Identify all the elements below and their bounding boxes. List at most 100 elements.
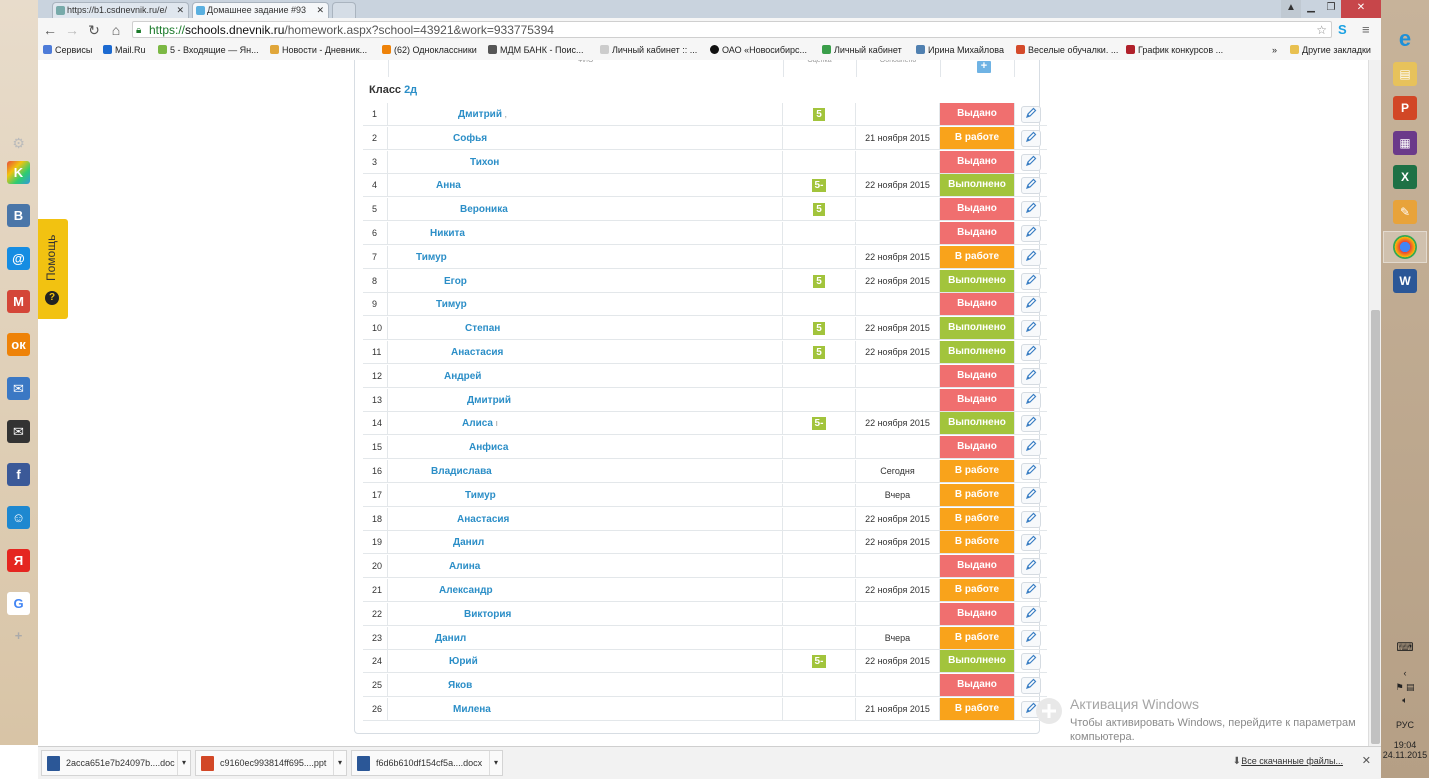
maximize-button[interactable]: ❐	[1321, 0, 1341, 18]
language-indicator[interactable]: РУС	[1381, 720, 1429, 730]
grade-badge[interactable]: 5	[813, 346, 825, 359]
add-button[interactable]: +	[977, 61, 991, 73]
moi-mir-icon[interactable]: ☺	[7, 506, 30, 529]
status-badge[interactable]: Выполнено	[940, 412, 1014, 435]
student-name-link[interactable]: Анастасия	[388, 514, 509, 525]
bookmark-services[interactable]: Сервисы	[43, 45, 92, 55]
vertical-scrollbar[interactable]	[1368, 60, 1382, 746]
clock-date[interactable]: 24.11.2015	[1381, 750, 1429, 760]
grade-badge[interactable]: 5-	[811, 417, 827, 431]
bookmark-cabinet-1[interactable]: Личный кабинет :: ...	[600, 45, 697, 55]
class-link[interactable]: 2д	[404, 84, 417, 96]
status-badge[interactable]: Выдано	[940, 293, 1014, 316]
close-icon[interactable]: ✕	[316, 3, 324, 18]
skype-icon[interactable]: S	[1338, 22, 1347, 37]
status-badge[interactable]: Выдано	[940, 150, 1014, 173]
status-badge[interactable]: В работе	[940, 698, 1014, 720]
status-badge[interactable]: Выдано	[940, 602, 1014, 625]
status-badge[interactable]: Выдано	[940, 674, 1014, 697]
bookmark-obuchalki[interactable]: Веселые обучалки. ...	[1016, 45, 1118, 55]
reload-icon[interactable]: ↻	[86, 22, 102, 39]
student-name-link[interactable]: Андрей	[388, 371, 481, 382]
star-icon[interactable]: ☆	[1316, 22, 1327, 39]
bookmark-yandex-mail[interactable]: 5 - Входящие — Ян...	[158, 45, 259, 55]
edit-pencil-icon[interactable]	[1021, 534, 1041, 552]
status-badge[interactable]: Выдано	[940, 198, 1014, 221]
student-name-link[interactable]: Анфиса	[388, 442, 508, 453]
student-name-link[interactable]: Анна	[388, 180, 461, 191]
student-name-link[interactable]: Анастасия	[388, 347, 503, 358]
ok-multicolor-icon[interactable]: K	[7, 161, 30, 184]
student-name-link[interactable]: Данил	[388, 537, 484, 548]
grade-badge[interactable]: 5-	[811, 179, 827, 193]
student-name-link[interactable]: Алина	[388, 561, 480, 572]
status-badge[interactable]: Выполнено	[940, 341, 1014, 363]
bookmark-irina[interactable]: Ирина Михайлова	[916, 45, 1004, 55]
download-item-doc-1[interactable]: 2acca651e7b24097b....doc ▾	[41, 750, 191, 776]
tab-csdnevnik[interactable]: https://b1.csdnevnik.ru/e/ ✕	[52, 2, 189, 18]
word-icon[interactable]: W	[1393, 269, 1417, 293]
clock-time[interactable]: 19:04	[1381, 740, 1429, 750]
status-badge[interactable]: Выполнено	[940, 269, 1014, 292]
all-downloads-link[interactable]: Все скачанные файлы...	[1241, 756, 1343, 766]
edit-pencil-icon[interactable]	[1021, 677, 1041, 695]
status-badge[interactable]: В работе	[940, 626, 1014, 649]
yandex-icon[interactable]: Я	[7, 549, 30, 572]
edit-pencil-icon[interactable]	[1021, 225, 1041, 242]
edit-pencil-icon[interactable]	[1021, 320, 1041, 338]
edit-pencil-icon[interactable]	[1021, 391, 1041, 409]
close-icon[interactable]: ✕	[1362, 754, 1371, 767]
edit-pencil-icon[interactable]	[1021, 510, 1041, 528]
student-name-link[interactable]: Егор	[388, 276, 467, 287]
edit-pencil-icon[interactable]	[1021, 582, 1041, 599]
status-badge[interactable]: В работе	[940, 126, 1014, 149]
student-name-link[interactable]: Александр	[388, 585, 493, 596]
mail-ru-icon[interactable]: @	[7, 247, 30, 270]
edit-pencil-icon[interactable]	[1021, 486, 1041, 504]
student-name-link[interactable]: Яков	[388, 680, 472, 691]
excel-icon[interactable]: X	[1393, 165, 1417, 189]
status-badge[interactable]: Выдано	[940, 103, 1014, 125]
home-icon[interactable]: ⌂	[108, 22, 124, 38]
scrollbar-thumb[interactable]	[1371, 310, 1380, 744]
edit-pencil-icon[interactable]	[1021, 153, 1041, 171]
status-badge[interactable]: В работе	[940, 483, 1014, 506]
student-name-link[interactable]: Алиса	[388, 418, 493, 429]
edit-pencil-icon[interactable]	[1021, 367, 1041, 385]
edit-pencil-icon[interactable]	[1021, 296, 1041, 314]
gmail-icon[interactable]: M	[7, 290, 30, 313]
tab-homework[interactable]: Домашнее задание #93 ✕	[192, 2, 329, 18]
student-name-link[interactable]: Дмитрий	[388, 395, 511, 406]
status-badge[interactable]: В работе	[940, 579, 1014, 601]
facebook-icon[interactable]: f	[7, 463, 30, 486]
student-name-link[interactable]: Дмитрий	[388, 109, 502, 120]
edit-pencil-icon[interactable]	[1021, 439, 1041, 457]
forward-arrow-icon[interactable]: →	[64, 22, 80, 38]
grade-badge[interactable]: 5	[813, 322, 825, 336]
status-badge[interactable]: В работе	[940, 460, 1014, 482]
student-name-link[interactable]: Владислава	[388, 466, 492, 477]
status-badge[interactable]: В работе	[940, 507, 1014, 530]
bookmark-contests[interactable]: График конкурсов ...	[1126, 45, 1223, 55]
bookmark-cabinet-2[interactable]: Личный кабинет	[822, 45, 902, 55]
edit-pencil-icon[interactable]	[1021, 629, 1041, 647]
close-window-button[interactable]: ✕	[1341, 0, 1381, 18]
inbox-icon[interactable]: ✉	[7, 420, 30, 443]
odnoklassniki-icon[interactable]: ок	[7, 333, 30, 356]
winrar-icon[interactable]: ▦	[1393, 131, 1417, 155]
chevron-down-icon[interactable]: ▾	[177, 751, 190, 775]
bookmark-dnevnik-news[interactable]: Новости - Дневник...	[270, 45, 367, 55]
close-icon[interactable]: ✕	[176, 3, 184, 18]
bookmark-other[interactable]: Другие закладки	[1290, 45, 1371, 55]
edit-pencil-icon[interactable]	[1021, 248, 1041, 266]
add-icon[interactable]: +	[7, 624, 30, 647]
mail-icon[interactable]: ✉	[7, 377, 30, 400]
help-tab[interactable]: Помощь ?	[38, 219, 68, 319]
student-name-link[interactable]: Софья	[388, 133, 487, 144]
user-icon[interactable]: ▲	[1281, 0, 1301, 18]
volume-icon[interactable]: 🔈︎	[1381, 695, 1429, 706]
bookmark-odnoklassniki[interactable]: (62) Одноклассники	[382, 45, 477, 55]
edit-pencil-icon[interactable]	[1021, 558, 1041, 576]
edit-pencil-icon[interactable]	[1021, 344, 1041, 361]
chevron-up-icon[interactable]: ‹	[1381, 668, 1429, 678]
